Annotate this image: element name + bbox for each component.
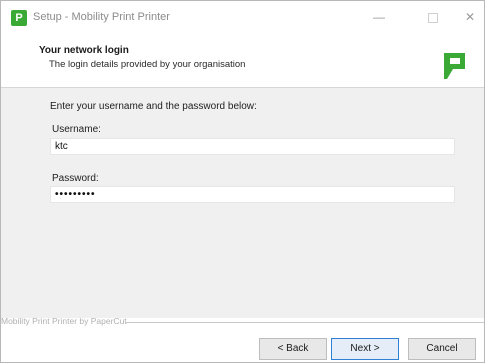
cancel-button[interactable]: Cancel <box>408 338 476 360</box>
close-button[interactable]: ✕ <box>459 9 481 25</box>
back-button[interactable]: < Back <box>259 338 327 360</box>
window-title: Setup - Mobility Print Printer <box>33 11 170 23</box>
next-button[interactable]: Next > <box>331 338 399 360</box>
username-label: Username: <box>52 124 101 135</box>
footer-brand: Mobility Print Printer by PaperCut <box>1 316 484 328</box>
instruction-text: Enter your username and the password bel… <box>50 101 257 112</box>
maximize-icon <box>428 13 438 23</box>
maximize-button[interactable] <box>422 9 444 25</box>
brand-text: Mobility Print Printer by PaperCut <box>1 316 127 326</box>
page-title: Your network login <box>39 45 129 56</box>
app-icon: P <box>11 10 27 26</box>
wizard-header: Your network login The login details pro… <box>1 34 484 88</box>
username-input[interactable]: ktc <box>50 138 455 155</box>
password-input[interactable]: ••••••••• <box>50 186 455 203</box>
page-subtitle: The login details provided by your organ… <box>49 59 246 70</box>
wizard-body: Enter your username and the password bel… <box>1 88 484 318</box>
setup-window: P Setup - Mobility Print Printer — ✕ You… <box>0 0 485 363</box>
password-label: Password: <box>52 173 99 184</box>
divider <box>126 322 484 323</box>
title-bar[interactable]: P Setup - Mobility Print Printer — ✕ <box>1 1 484 34</box>
minimize-button[interactable]: — <box>368 9 390 25</box>
papercut-logo-icon <box>444 53 465 79</box>
